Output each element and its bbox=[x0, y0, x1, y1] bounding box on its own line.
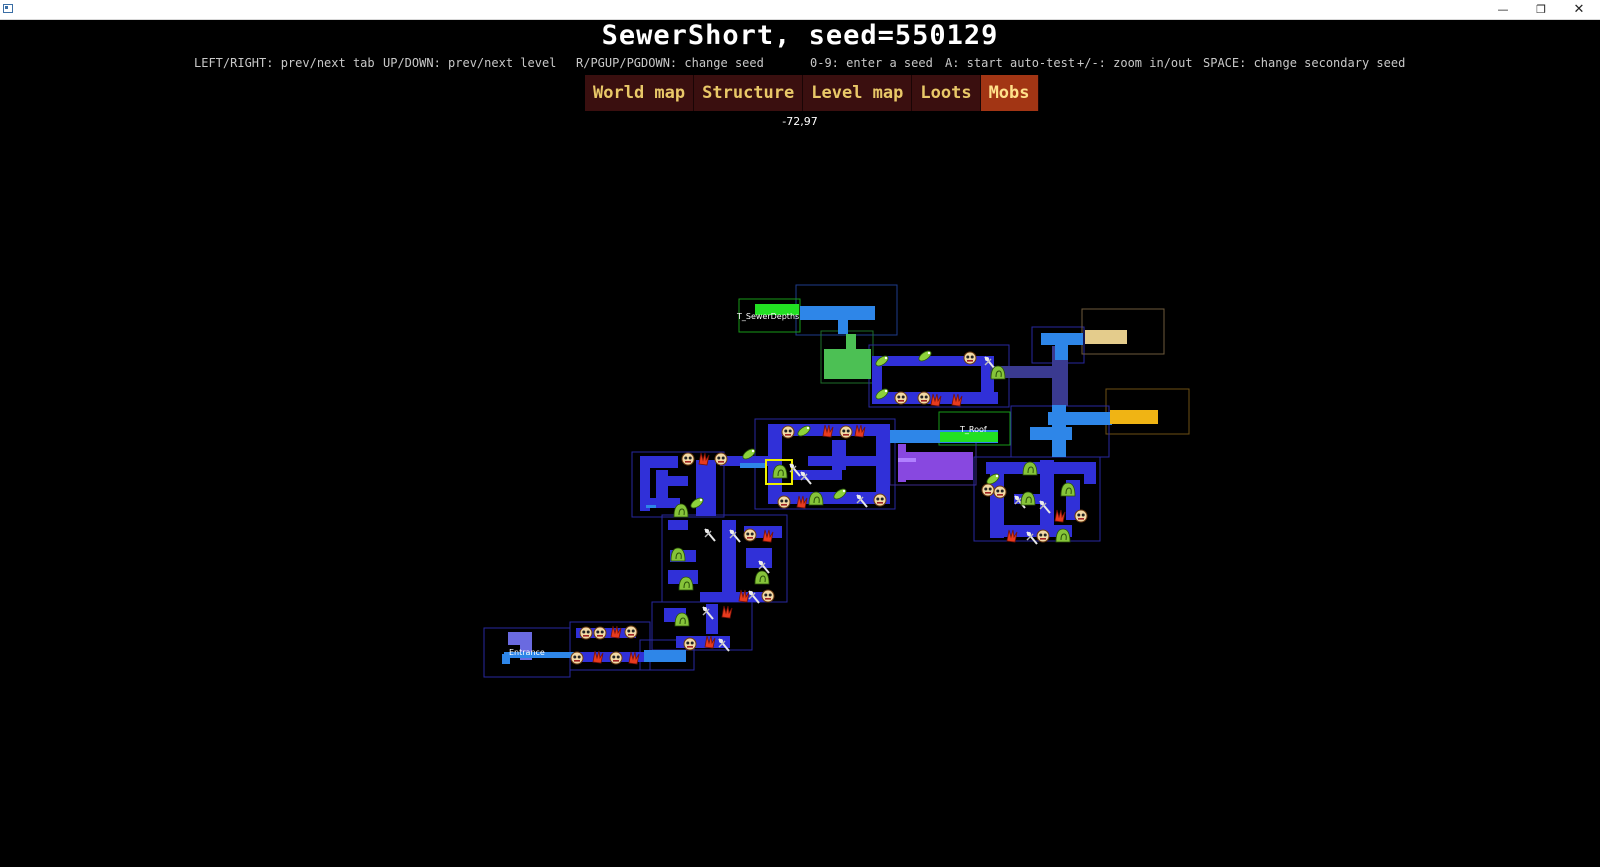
zombie-face-icon bbox=[873, 493, 887, 507]
green-slime-icon bbox=[1060, 482, 1076, 497]
room-outlines bbox=[483, 284, 1190, 678]
zombie-face-icon bbox=[1074, 509, 1088, 523]
zombie-face-icon bbox=[993, 485, 1007, 499]
zombie-face-icon bbox=[743, 528, 757, 542]
label-sewer-depths: T_SewerDepths bbox=[736, 312, 799, 321]
skeleton-sword-icon bbox=[704, 528, 716, 542]
zombie-face-icon bbox=[681, 452, 695, 466]
zombie-face-icon bbox=[624, 625, 638, 639]
zombie-face-icon bbox=[579, 626, 593, 640]
red-claw-icon bbox=[1054, 509, 1066, 523]
green-slime-icon bbox=[670, 547, 686, 562]
zombie-face-icon bbox=[981, 483, 995, 497]
green-slime-icon bbox=[1020, 491, 1036, 506]
zombie-face-icon bbox=[683, 637, 697, 651]
zombie-face-icon bbox=[777, 495, 791, 509]
zombie-face-icon bbox=[761, 589, 775, 603]
red-claw-icon bbox=[738, 589, 750, 603]
zombie-face-icon bbox=[570, 651, 584, 665]
red-claw-icon bbox=[721, 605, 733, 619]
zombie-face-icon bbox=[963, 351, 977, 365]
red-claw-icon bbox=[698, 452, 710, 466]
zombie-face-icon bbox=[894, 391, 908, 405]
zombie-face-icon bbox=[1036, 529, 1050, 543]
level-map[interactable]: T_SewerDepths T_Roof Entrance bbox=[0, 0, 1600, 867]
zombie-face-icon bbox=[593, 626, 607, 640]
zombie-face-icon bbox=[714, 452, 728, 466]
red-claw-icon bbox=[610, 625, 622, 639]
label-roof: T_Roof bbox=[959, 425, 987, 434]
zombie-face-icon bbox=[917, 391, 931, 405]
zombie-face-icon bbox=[781, 425, 795, 439]
green-slime-icon bbox=[754, 570, 770, 585]
zombie-face-icon bbox=[609, 651, 623, 665]
label-entrance: Entrance bbox=[509, 648, 545, 657]
zombie-face-icon bbox=[839, 425, 853, 439]
rooms bbox=[502, 304, 1158, 664]
